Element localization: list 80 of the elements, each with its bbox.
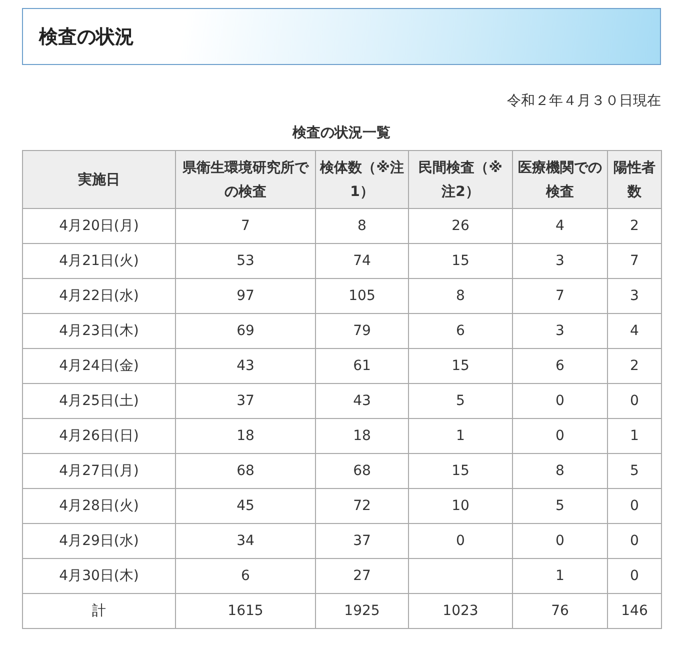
table-cell: 1 [408, 418, 512, 454]
table-cell: 4月20日(月) [22, 208, 176, 244]
table-cell: 43 [316, 384, 408, 418]
table-cell: 105 [316, 278, 408, 314]
table-cell: 69 [176, 314, 316, 348]
table-cell: 6 [408, 314, 512, 348]
table-cell: 4月27日(月) [22, 454, 176, 488]
table-cell: 26 [408, 208, 512, 244]
column-header: 県衛生環境研究所での検査 [176, 150, 316, 208]
table-cell: 0 [608, 384, 662, 418]
table-cell: 146 [608, 594, 662, 628]
table-cell: 15 [408, 244, 512, 278]
table-cell: 3 [512, 244, 608, 278]
table-cell: 6 [512, 348, 608, 384]
table-cell: 4月21日(火) [22, 244, 176, 278]
table-cell: 45 [176, 488, 316, 524]
table-cell: 68 [316, 454, 408, 488]
table-cell: 18 [176, 418, 316, 454]
table-cell: 34 [176, 524, 316, 558]
page-heading: 検査の状況 [39, 24, 134, 50]
table-cell: 計 [22, 594, 176, 628]
table-cell: 0 [512, 384, 608, 418]
table-cell: 79 [316, 314, 408, 348]
as-of-date: 令和２年４月３０日現在 [507, 93, 661, 109]
table-cell: 3 [608, 278, 662, 314]
table-cell: 43 [176, 348, 316, 384]
table-cell: 10 [408, 488, 512, 524]
table-cell: 15 [408, 454, 512, 488]
table-cell: 2 [608, 208, 662, 244]
column-header: 実施日 [22, 150, 176, 208]
table-cell: 0 [512, 418, 608, 454]
table-cell: 72 [316, 488, 408, 524]
table-cell: 4月22日(水) [22, 278, 176, 314]
table-cell: 8 [512, 454, 608, 488]
table-cell: 1 [608, 418, 662, 454]
table-cell: 7 [608, 244, 662, 278]
table-cell: 0 [608, 558, 662, 594]
table-cell: 27 [316, 558, 408, 594]
column-header: 陽性者数 [608, 150, 662, 208]
table-cell: 1615 [176, 594, 316, 628]
table-cell: 0 [512, 524, 608, 558]
table-cell: 0 [608, 524, 662, 558]
table-cell: 74 [316, 244, 408, 278]
table-cell: 76 [512, 594, 608, 628]
table-cell: 5 [512, 488, 608, 524]
column-header: 医療機関での検査 [512, 150, 608, 208]
table-cell: 68 [176, 454, 316, 488]
table-cell: 2 [608, 348, 662, 384]
table-cell: 4 [512, 208, 608, 244]
table-cell: 4月29日(水) [22, 524, 176, 558]
table-cell: 4月23日(木) [22, 314, 176, 348]
table-cell: 7 [176, 208, 316, 244]
table-cell: 8 [316, 208, 408, 244]
table-cell: 53 [176, 244, 316, 278]
table-cell: 1925 [316, 594, 408, 628]
table-cell: 4 [608, 314, 662, 348]
table-cell: 97 [176, 278, 316, 314]
table-cell: 18 [316, 418, 408, 454]
table-cell: 6 [176, 558, 316, 594]
table-cell: 61 [316, 348, 408, 384]
table-cell: 3 [512, 314, 608, 348]
table-cell: 0 [408, 524, 512, 558]
table-cell: 8 [408, 278, 512, 314]
table-cell: 37 [316, 524, 408, 558]
table-cell: 5 [608, 454, 662, 488]
table-cell: 5 [408, 384, 512, 418]
table-cell: 15 [408, 348, 512, 384]
column-header: 民間検査（※注2） [408, 150, 512, 208]
table-cell: 0 [608, 488, 662, 524]
table-caption: 検査の状況一覧 [292, 125, 390, 141]
table-cell: 4月26日(日) [22, 418, 176, 454]
table-cell: 1023 [408, 594, 512, 628]
table-cell: 37 [176, 384, 316, 418]
table-cell: 4月30日(木) [22, 558, 176, 594]
table-cell: 4月24日(金) [22, 348, 176, 384]
table-cell: 1 [512, 558, 608, 594]
table-cell: 4月25日(土) [22, 384, 176, 418]
table-cell: 7 [512, 278, 608, 314]
column-header: 検体数（※注1） [316, 150, 408, 208]
table-cell: 4月28日(火) [22, 488, 176, 524]
